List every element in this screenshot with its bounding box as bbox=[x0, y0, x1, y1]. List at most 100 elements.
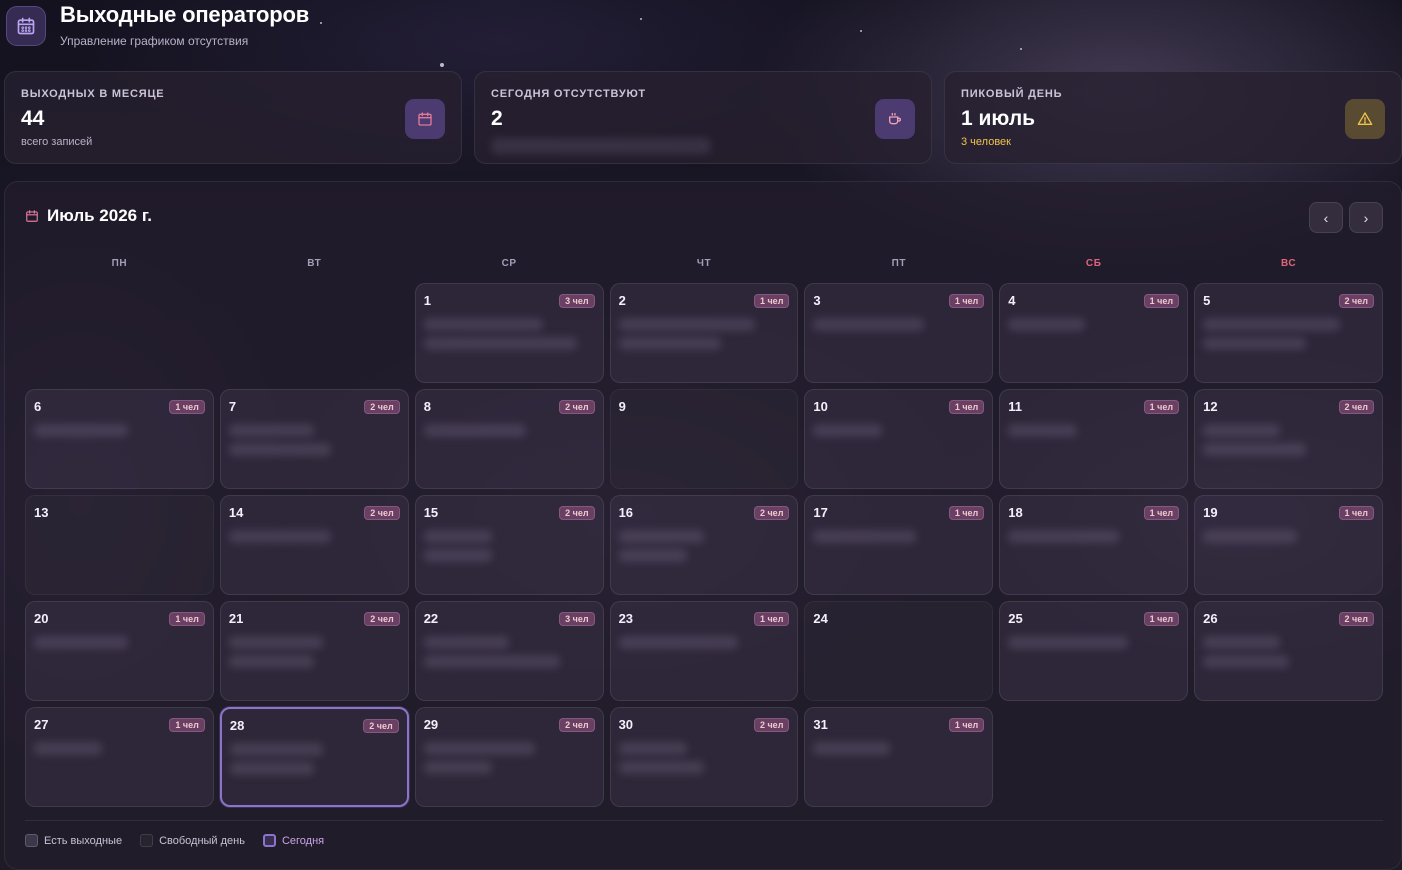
day-number: 9 bbox=[618, 399, 626, 414]
calendar-day[interactable]: 82 чел bbox=[414, 389, 604, 489]
stat-sub: всего записей bbox=[21, 136, 93, 148]
weekday-label: ПТ bbox=[891, 258, 907, 269]
absent-count-badge: 2 чел bbox=[559, 506, 595, 520]
blurred-operator-name bbox=[618, 761, 704, 774]
calendar-day[interactable]: 9 bbox=[609, 389, 799, 489]
absent-count-badge: 1 чел bbox=[169, 400, 205, 414]
weekday-header: ПН ВТ СР ЧТ ПТ СБ ВС bbox=[25, 258, 1383, 269]
star-decoration bbox=[320, 22, 322, 24]
blurred-operator-name bbox=[34, 742, 103, 755]
calendar-day[interactable]: 11 1 чел bbox=[999, 389, 1189, 489]
absent-count-badge: 2 чел bbox=[559, 718, 595, 732]
blurred-operator-name bbox=[423, 636, 510, 649]
calendar-day[interactable]: 25 1 чел bbox=[999, 601, 1189, 701]
calendar-day[interactable]: 21 2 чел bbox=[219, 601, 409, 701]
stat-card-month-total: ВЫХОДНЫХ В МЕСЯЦЕ 44 всего записей bbox=[4, 71, 462, 164]
star-decoration bbox=[440, 63, 444, 67]
calendar-day[interactable]: 18 1 чел bbox=[999, 495, 1189, 595]
calendar-day[interactable]: 10 1 чел bbox=[804, 389, 994, 489]
blurred-operator-name bbox=[618, 530, 704, 543]
weekday-label: СР bbox=[501, 258, 517, 269]
blurred-operator-name bbox=[1203, 424, 1281, 437]
blurred-names bbox=[491, 138, 711, 154]
calendar-day[interactable]: 12 2 чел bbox=[1194, 389, 1383, 489]
absent-count-badge: 2 чел bbox=[1338, 294, 1374, 308]
blurred-operator-name bbox=[423, 337, 578, 350]
calendar-day[interactable]: 13 чел bbox=[414, 283, 604, 383]
calendar-day[interactable]: 31 чел bbox=[804, 283, 994, 383]
page-title: Выходные операторов bbox=[60, 2, 310, 27]
day-number: 24 bbox=[813, 611, 828, 626]
calendar-day[interactable]: 24 bbox=[804, 601, 994, 701]
blurred-operator-name bbox=[1008, 318, 1086, 331]
blurred-operator-name bbox=[1203, 318, 1340, 331]
next-month-button[interactable]: › bbox=[1349, 202, 1383, 233]
weekday-label: ВС bbox=[1280, 258, 1297, 269]
blurred-operator-name bbox=[813, 424, 882, 437]
weekday-label: ПН bbox=[111, 258, 128, 269]
calendar-day[interactable]: 13 bbox=[25, 495, 214, 595]
absent-count-badge: 2 чел bbox=[753, 506, 790, 520]
blurred-operator-name bbox=[813, 318, 925, 331]
absent-count-badge: 1 чел bbox=[1143, 612, 1180, 626]
calendar-icon bbox=[26, 210, 38, 222]
calendar-day[interactable]: 52 чел bbox=[1194, 283, 1383, 383]
blurred-operator-name bbox=[618, 337, 722, 350]
absent-count-badge: 3 чел bbox=[559, 612, 595, 626]
calendar-day[interactable]: 72 чел bbox=[219, 389, 409, 489]
star-decoration bbox=[860, 30, 862, 32]
blurred-operator-name bbox=[34, 424, 128, 437]
absent-count-badge: 1 чел bbox=[1143, 294, 1180, 308]
calendar-day[interactable]: 26 2 чел bbox=[1194, 601, 1383, 701]
calendar-day[interactable]: 27 1 чел bbox=[25, 707, 214, 807]
absent-count-badge: 2 чел bbox=[1338, 400, 1374, 414]
calendar-day[interactable]: 31 1 чел bbox=[804, 707, 994, 807]
blurred-operator-name bbox=[228, 443, 332, 456]
absent-count-badge: 2 чел bbox=[364, 506, 400, 520]
legend-item-free: Свободный день bbox=[140, 834, 245, 847]
calendar-day[interactable]: 14 2 чел bbox=[219, 495, 409, 595]
calendar-day[interactable]: 15 2 чел bbox=[414, 495, 604, 595]
absent-count-badge: 1 чел bbox=[948, 294, 985, 308]
prev-month-button[interactable]: ‹ bbox=[1309, 202, 1343, 233]
star-decoration bbox=[640, 18, 642, 20]
calendar-day[interactable]: 17 1 чел bbox=[804, 495, 994, 595]
calendar-day[interactable]: 21 чел bbox=[609, 283, 799, 383]
blurred-operator-name bbox=[423, 655, 561, 668]
calendar-day-today[interactable]: 28 2 чел bbox=[219, 707, 409, 807]
calendar-day[interactable]: 23 1 чел bbox=[609, 601, 799, 701]
legend-swatch-free bbox=[140, 834, 154, 847]
blurred-operator-name bbox=[423, 530, 493, 543]
empty-cell bbox=[25, 283, 214, 383]
calendar-day[interactable]: 19 1 чел bbox=[1194, 495, 1383, 595]
absent-count-badge: 1 чел bbox=[753, 294, 790, 308]
legend-item-busy: Есть выходные bbox=[25, 834, 122, 847]
blurred-operator-name bbox=[618, 636, 739, 649]
weekday-label: ЧТ bbox=[696, 258, 712, 269]
calendar-day[interactable]: 16 2 чел bbox=[609, 495, 799, 595]
calendar-day[interactable]: 29 2 чел bbox=[414, 707, 604, 807]
calendar-icon bbox=[6, 6, 46, 46]
absent-count-badge: 1 чел bbox=[1143, 506, 1180, 520]
stat-card-peak-day: ПИКОВЫЙ ДЕНЬ 1 июль 3 человек bbox=[944, 71, 1402, 164]
legend-swatch-today bbox=[262, 834, 276, 847]
absent-count-badge: 1 чел bbox=[1143, 400, 1180, 414]
absent-count-badge: 1 чел bbox=[948, 718, 985, 732]
blurred-operator-name bbox=[618, 318, 756, 331]
calendar-day[interactable]: 22 3 чел bbox=[414, 601, 604, 701]
legend: Есть выходные Свободный день Сегодня bbox=[25, 834, 324, 847]
weekday-label: ВТ bbox=[307, 258, 322, 269]
blurred-operator-name bbox=[813, 742, 891, 755]
coffee-icon bbox=[875, 99, 915, 139]
stat-value: 1 июль bbox=[961, 107, 1036, 130]
blurred-operator-name bbox=[1008, 530, 1120, 543]
blurred-operator-name bbox=[228, 530, 332, 543]
blurred-operator-name bbox=[1203, 636, 1281, 649]
calendar-day[interactable]: 20 1 чел bbox=[25, 601, 214, 701]
calendar-day[interactable]: 61 чел bbox=[25, 389, 214, 489]
absent-count-badge: 1 чел bbox=[169, 718, 205, 732]
blurred-operator-name bbox=[1008, 636, 1128, 649]
calendar-day[interactable]: 30 2 чел bbox=[609, 707, 799, 807]
blurred-operator-name bbox=[1203, 443, 1306, 456]
calendar-day[interactable]: 41 чел bbox=[999, 283, 1189, 383]
